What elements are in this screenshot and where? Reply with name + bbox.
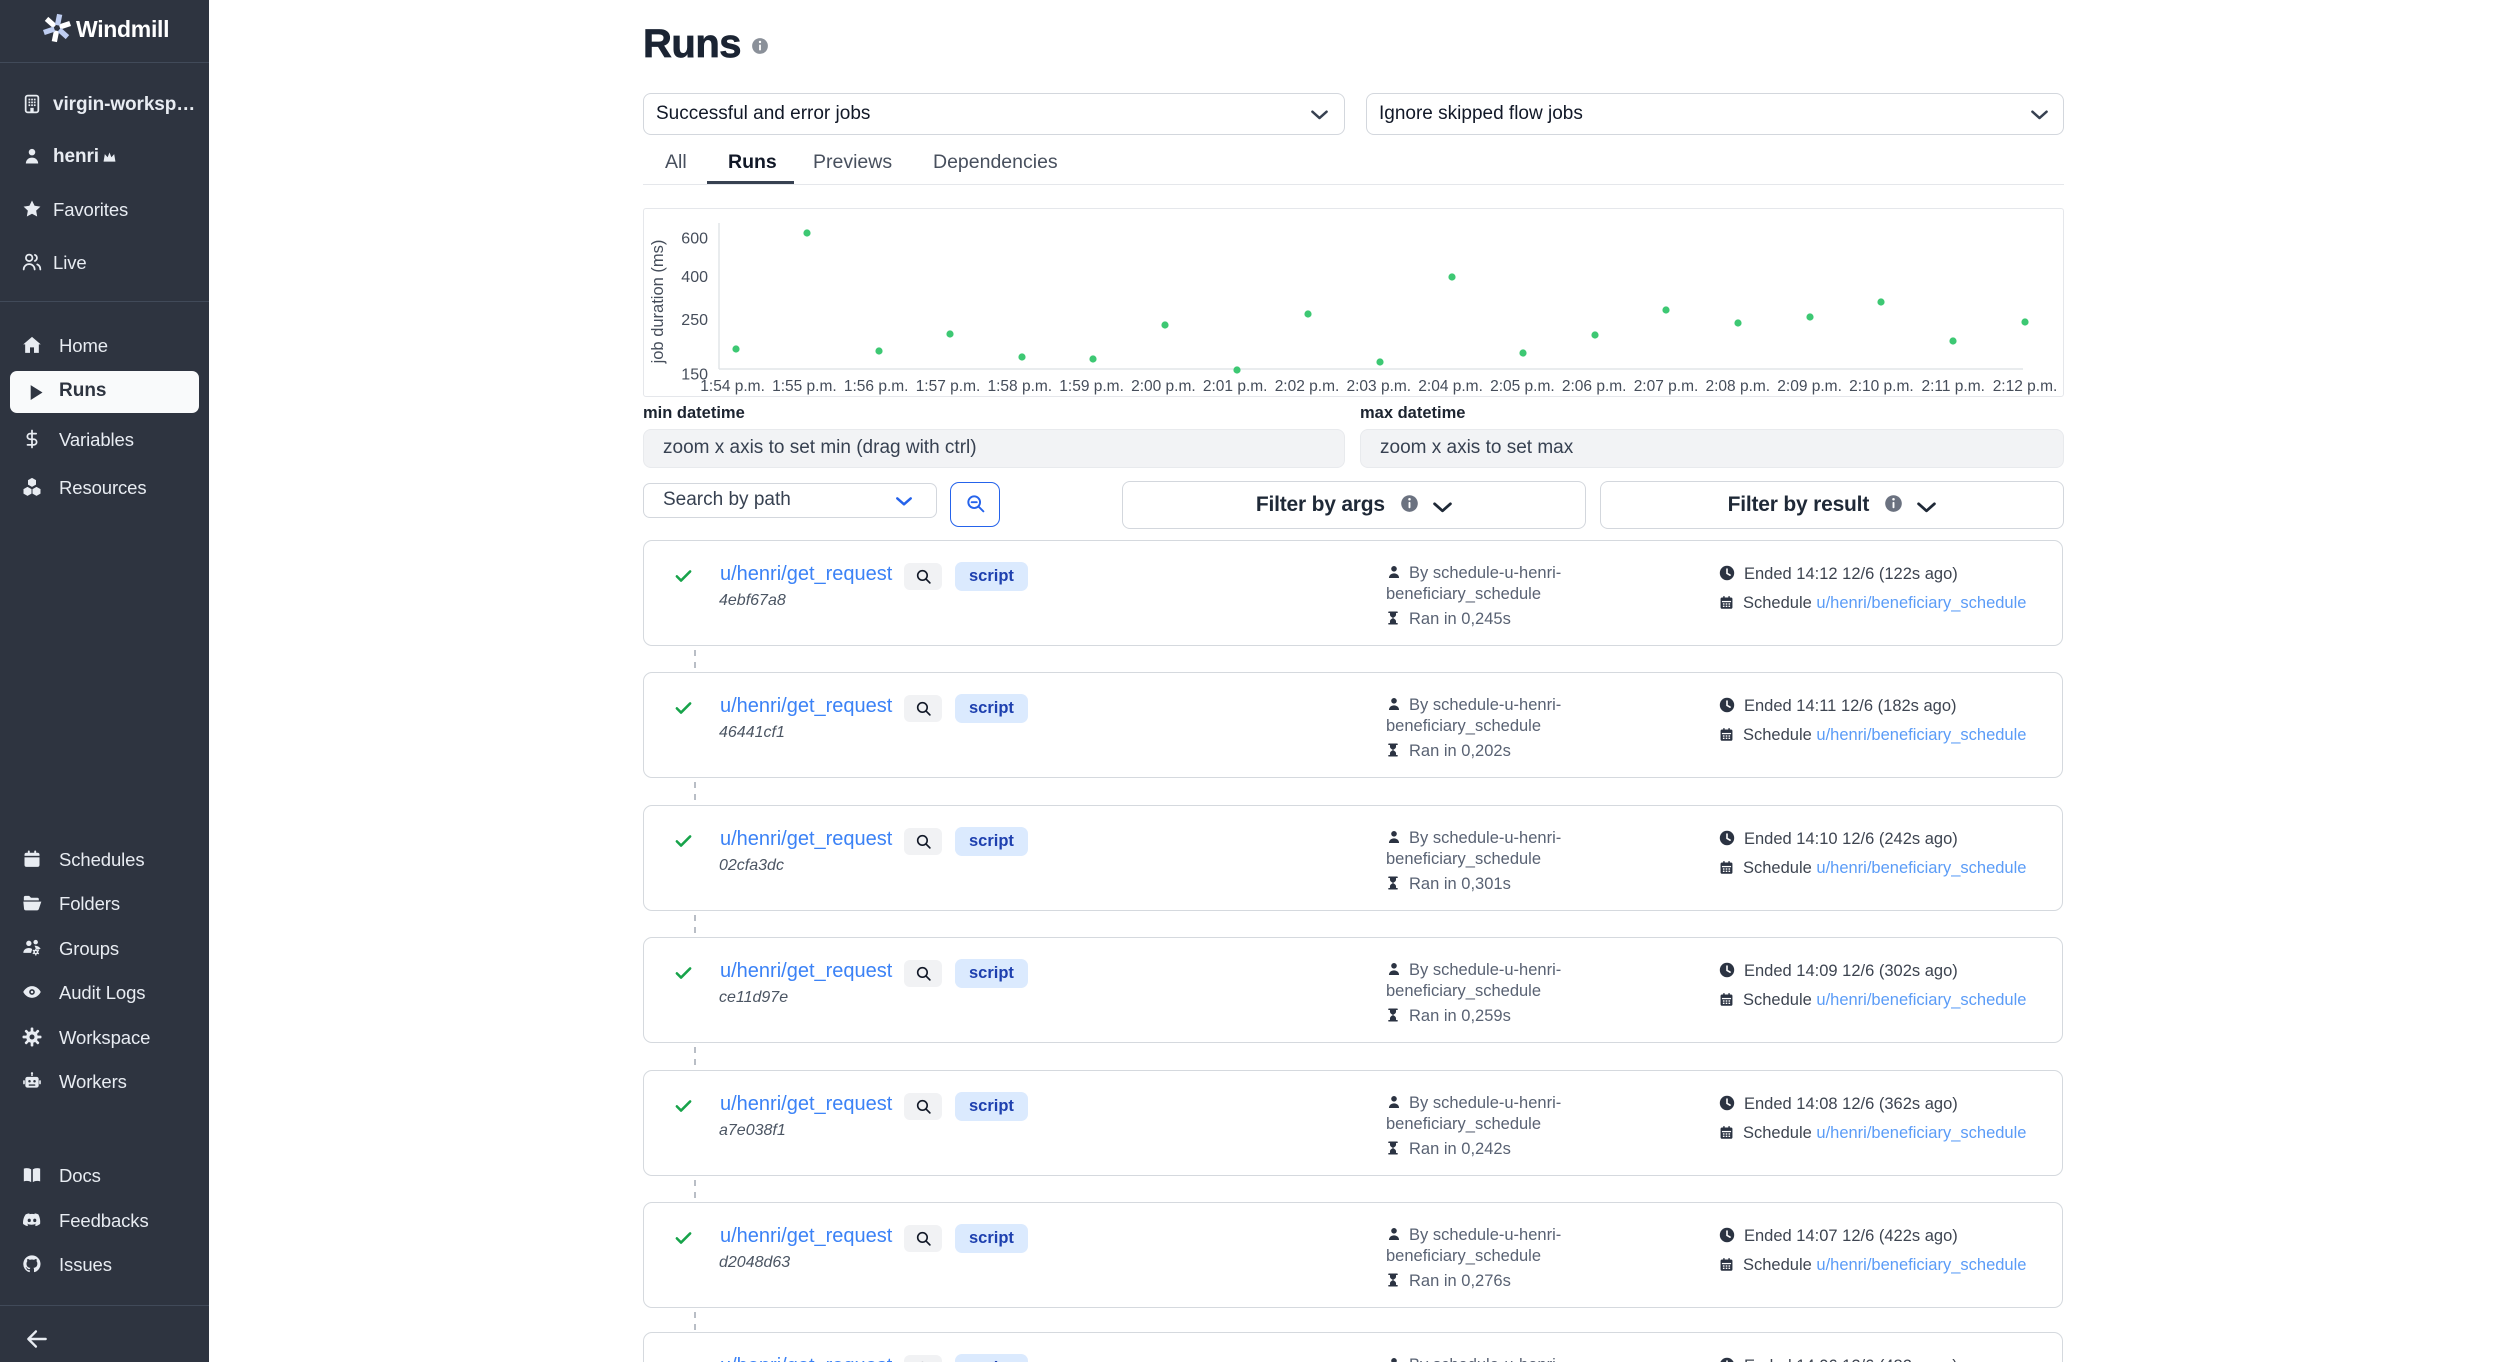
svg-text:2:05 p.m.: 2:05 p.m. (1490, 378, 1555, 395)
svg-text:2:09 p.m.: 2:09 p.m. (1777, 378, 1842, 395)
svg-text:2:04 p.m.: 2:04 p.m. (1418, 378, 1483, 395)
svg-text:1:56 p.m.: 1:56 p.m. (844, 378, 909, 395)
svg-text:2:10 p.m.: 2:10 p.m. (1849, 378, 1914, 395)
svg-text:2:06 p.m.: 2:06 p.m. (1562, 378, 1627, 395)
svg-text:2:07 p.m.: 2:07 p.m. (1634, 378, 1699, 395)
svg-text:1:59 p.m.: 1:59 p.m. (1059, 378, 1124, 395)
svg-text:1:58 p.m.: 1:58 p.m. (987, 378, 1052, 395)
svg-text:2:01 p.m.: 2:01 p.m. (1203, 378, 1268, 395)
svg-text:2:03 p.m.: 2:03 p.m. (1346, 378, 1411, 395)
svg-text:2:00 p.m.: 2:00 p.m. (1131, 378, 1196, 395)
svg-text:2:12 p.m.: 2:12 p.m. (1993, 378, 2058, 395)
svg-text:2:08 p.m.: 2:08 p.m. (1705, 378, 1770, 395)
svg-text:600: 600 (681, 231, 708, 248)
svg-text:2:11 p.m.: 2:11 p.m. (1921, 378, 1984, 395)
svg-text:job duration (ms): job duration (ms) (649, 240, 667, 365)
svg-text:1:57 p.m.: 1:57 p.m. (916, 378, 981, 395)
svg-text:1:54 p.m.: 1:54 p.m. (700, 378, 765, 395)
svg-text:2:02 p.m.: 2:02 p.m. (1275, 378, 1340, 395)
svg-text:250: 250 (681, 312, 708, 329)
svg-text:1:55 p.m.: 1:55 p.m. (772, 378, 837, 395)
svg-text:400: 400 (681, 269, 708, 286)
